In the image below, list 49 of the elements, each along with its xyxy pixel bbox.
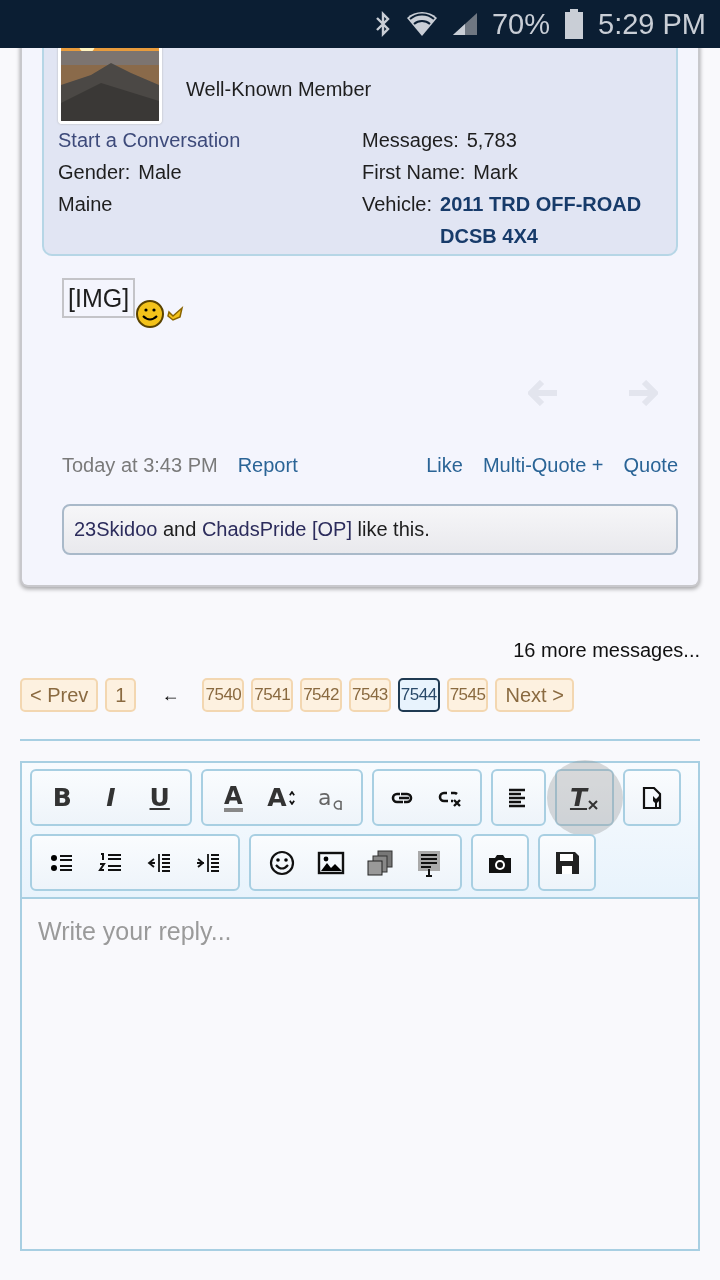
clock: 5:29 PM (598, 7, 706, 41)
location-text: Maine (58, 192, 113, 217)
likes-summary: 23Skidoo and ChadsPride [OP] like this. (62, 504, 678, 555)
cross-icon (587, 798, 600, 811)
post-timestamp: Today at 3:43 PM (62, 453, 218, 477)
page-button[interactable]: 7542 (300, 678, 342, 712)
post-action-link[interactable]: Like (426, 453, 463, 477)
post-action-link[interactable]: Quote (623, 453, 678, 477)
member-title: Well-Known Member (186, 78, 372, 102)
underline-button[interactable]: U (135, 771, 184, 824)
page-button[interactable]: 7544 (397, 678, 440, 712)
page-button[interactable]: 7540 (202, 678, 245, 712)
field-value: Male (138, 160, 182, 185)
italic-button[interactable]: I (86, 771, 136, 824)
up-down-arrow-icon (286, 790, 297, 805)
page-button[interactable]: 1 (105, 678, 137, 712)
page-button[interactable]: 7541 (251, 678, 294, 712)
conversation-link[interactable]: Start a Conversation (58, 124, 241, 156)
user-link[interactable]: [OP] (306, 518, 352, 540)
field-value: 2011 TRD OFF-ROAD DCSB 4X4 (440, 192, 643, 249)
wifi-icon (405, 11, 438, 37)
field-label: First Name: (362, 160, 466, 185)
page-button[interactable]: 7545 (446, 678, 489, 712)
text-color-button[interactable]: A (209, 771, 258, 824)
field-value: Mark (473, 160, 518, 185)
user-link[interactable]: ChadsPride (201, 518, 307, 540)
user-link[interactable]: 23Skidoo (74, 518, 158, 540)
font-family-button[interactable]: a (306, 771, 355, 824)
page-button[interactable]: Next > (495, 678, 574, 712)
field-label: Messages: (362, 128, 459, 153)
field-value: 5,783 (466, 128, 517, 153)
field-label: Vehicle: (362, 192, 433, 217)
signal-icon (451, 12, 478, 36)
page-button[interactable]: 7543 (348, 678, 391, 712)
ellipsis-arrow: ← (161, 684, 180, 706)
reply-field[interactable]: Write your reply... (20, 897, 700, 1251)
image-alt-text: [IMG] (68, 284, 130, 312)
page-button[interactable]: < Prev (20, 678, 99, 712)
battery-percentage: 70% (491, 7, 550, 41)
more-messages-text: 16 more messages... (512, 639, 700, 662)
post-action-link[interactable]: Multi-Quote + (482, 453, 604, 477)
film-stack-icon (366, 848, 395, 877)
font-size-button[interactable]: A (257, 771, 307, 824)
bluetooth-icon (373, 11, 392, 37)
field-label: Gender: (58, 160, 131, 185)
report-link[interactable]: Report (237, 453, 298, 477)
smiley-icon (267, 848, 296, 877)
battery-icon (564, 9, 584, 39)
bold-button[interactable]: B (38, 771, 87, 824)
